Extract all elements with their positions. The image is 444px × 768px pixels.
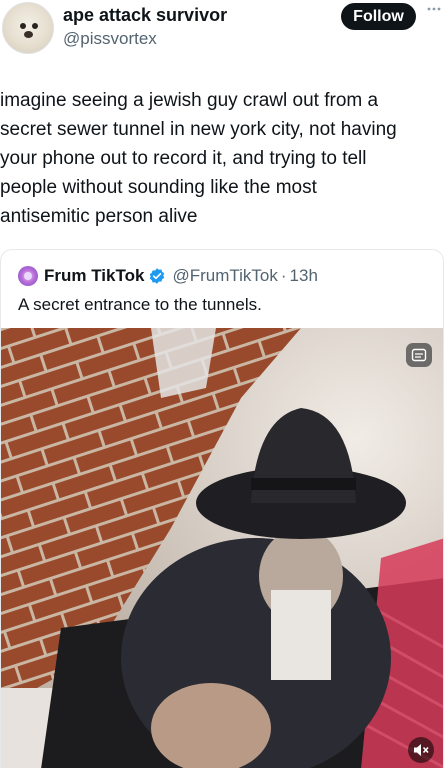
user-handle[interactable]: @pissvortex: [63, 29, 157, 49]
speaker-icon: [414, 744, 429, 756]
alt-text-icon[interactable]: [406, 343, 432, 367]
avatar[interactable]: [2, 2, 54, 54]
avatar-dog-nose: [24, 31, 33, 38]
quoted-avatar[interactable]: [18, 266, 38, 286]
tweet-text-line: people without sounding like the most: [0, 177, 317, 198]
quoted-display-name[interactable]: Frum TikTok: [44, 266, 144, 286]
verified-badge-icon: [150, 268, 165, 284]
tweet-text-line: imagine seeing a jewish guy crawl out fr…: [0, 90, 379, 111]
more-icon[interactable]: [425, 5, 443, 21]
quoted-handle[interactable]: @FrumTikTok: [172, 266, 277, 286]
tweet-text: imagine seeing a jewish guy crawl out fr…: [0, 86, 444, 231]
captions-icon: [411, 348, 427, 362]
volume-muted-icon[interactable]: [408, 737, 434, 763]
tweet-text-line: antisemitic person alive: [0, 206, 198, 227]
tweet-header: ape attack survivor @pissvortex Follow: [0, 0, 444, 60]
quoted-tweet-header: Frum TikTok @FrumTikTok · 13h: [18, 264, 318, 288]
avatar-dog-eye: [20, 23, 26, 29]
video-player[interactable]: [1, 328, 443, 768]
quoted-tweet[interactable]: Frum TikTok @FrumTikTok · 13h A secret e…: [0, 249, 444, 768]
display-name[interactable]: ape attack survivor: [63, 5, 227, 26]
more-dots-icon: [427, 7, 441, 11]
avatar-dog-eye: [32, 23, 38, 29]
separator-dot: ·: [280, 266, 287, 285]
quoted-tweet-text: A secret entrance to the tunnels.: [18, 295, 262, 314]
video-frame: [1, 328, 443, 768]
quoted-timestamp[interactable]: 13h: [290, 266, 318, 286]
tweet-text-line: secret sewer tunnel in new york city, no…: [0, 119, 397, 140]
tweet-text-line: your phone out to record it, and trying …: [0, 148, 367, 169]
follow-button[interactable]: Follow: [341, 3, 416, 30]
